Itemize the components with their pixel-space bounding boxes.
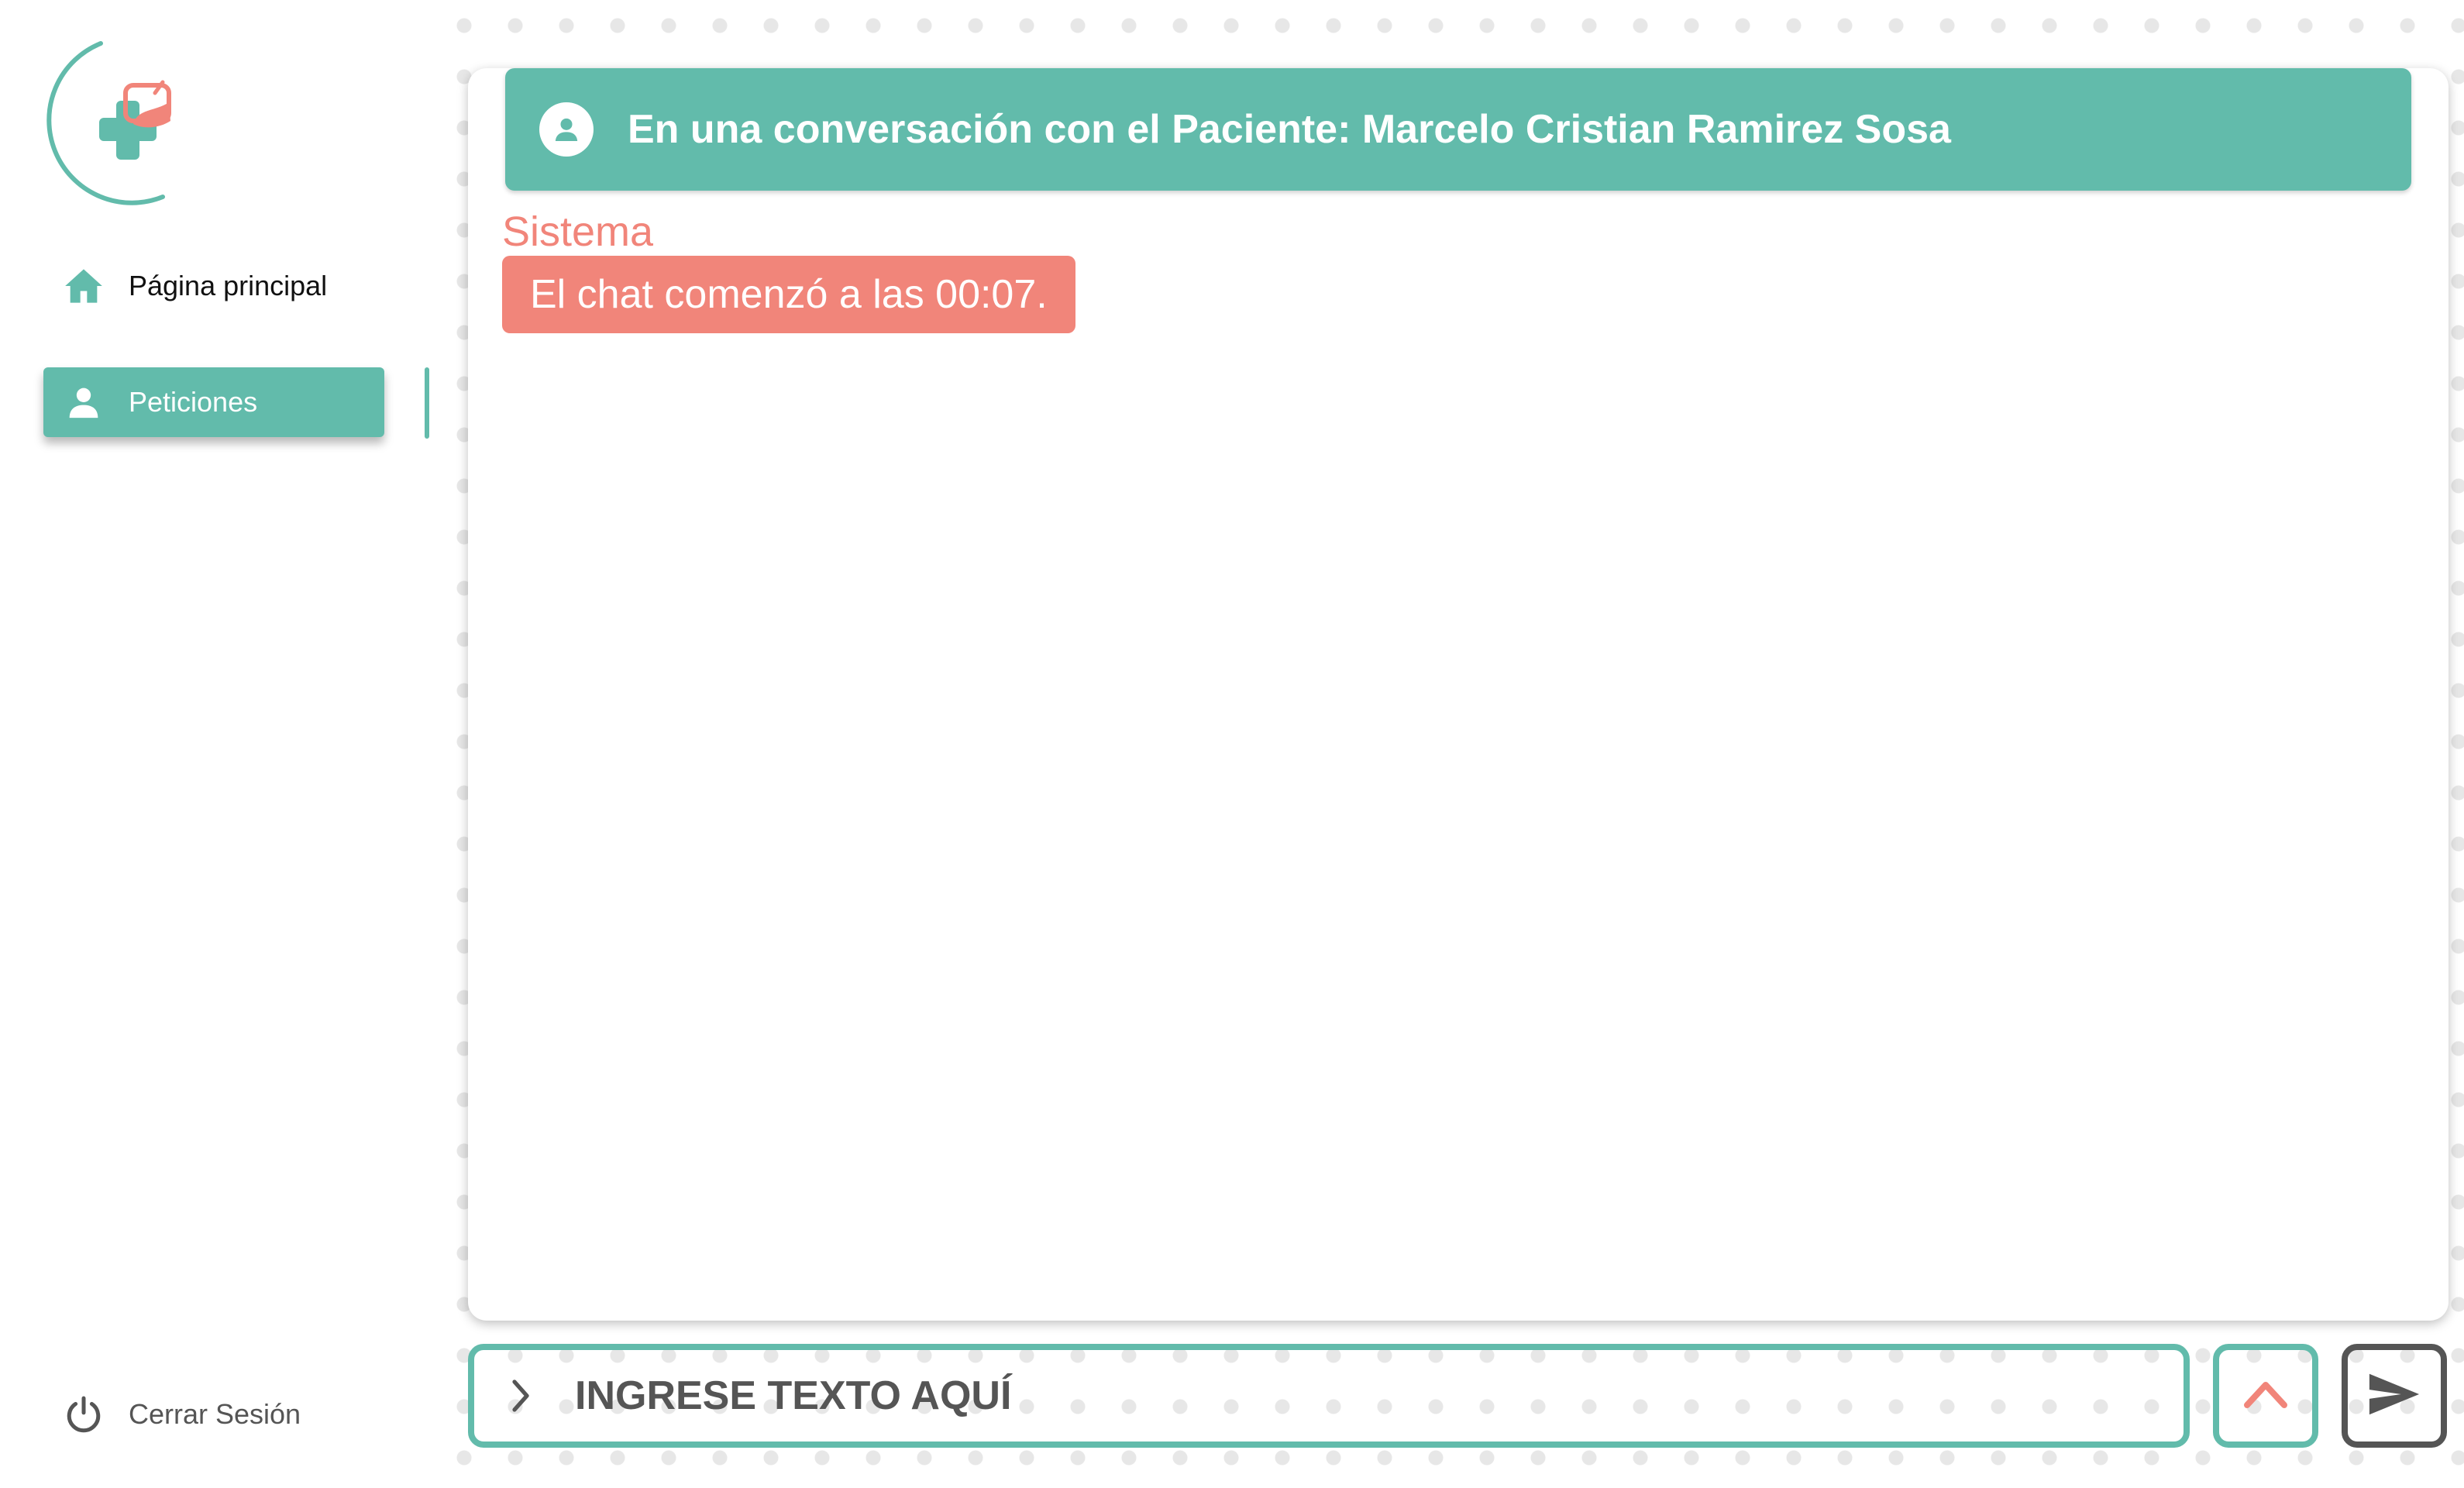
chat-header: En una conversación con el Paciente: Mar… [505,68,2411,191]
home-icon [62,264,105,308]
message-input-box[interactable] [468,1344,2190,1448]
message-sender: Sistema [502,208,654,255]
sidebar-item-label: Peticiones [129,386,258,418]
sidebar: Página principal Peticiones Cerrar Sesió… [0,0,431,1488]
account-circle-icon [539,102,594,157]
logout-button[interactable]: Cerrar Sesión [43,1380,301,1449]
app-root: Página principal Peticiones Cerrar Sesió… [0,0,2464,1488]
clinic-logo-icon [39,37,209,208]
power-icon [62,1393,105,1436]
system-message-bubble: El chat comenzó a las 00:07. [502,256,1075,333]
active-item-indicator [425,367,429,439]
chevron-right-icon [497,1373,544,1419]
chat-panel: En una conversación con el Paciente: Mar… [468,68,2449,1321]
chat-header-title: En una conversación con el Paciente: Mar… [628,107,1951,152]
logout-label: Cerrar Sesión [129,1398,301,1430]
person-icon [62,381,105,424]
scroll-up-button[interactable] [2213,1344,2318,1448]
sidebar-item-home[interactable]: Página principal [43,251,384,321]
chevron-up-icon [2242,1379,2289,1414]
message-input[interactable] [575,1373,2125,1419]
send-icon [2367,1371,2421,1421]
send-button[interactable] [2342,1344,2447,1448]
sidebar-item-peticiones[interactable]: Peticiones [43,367,384,437]
sidebar-item-label: Página principal [129,270,328,301]
